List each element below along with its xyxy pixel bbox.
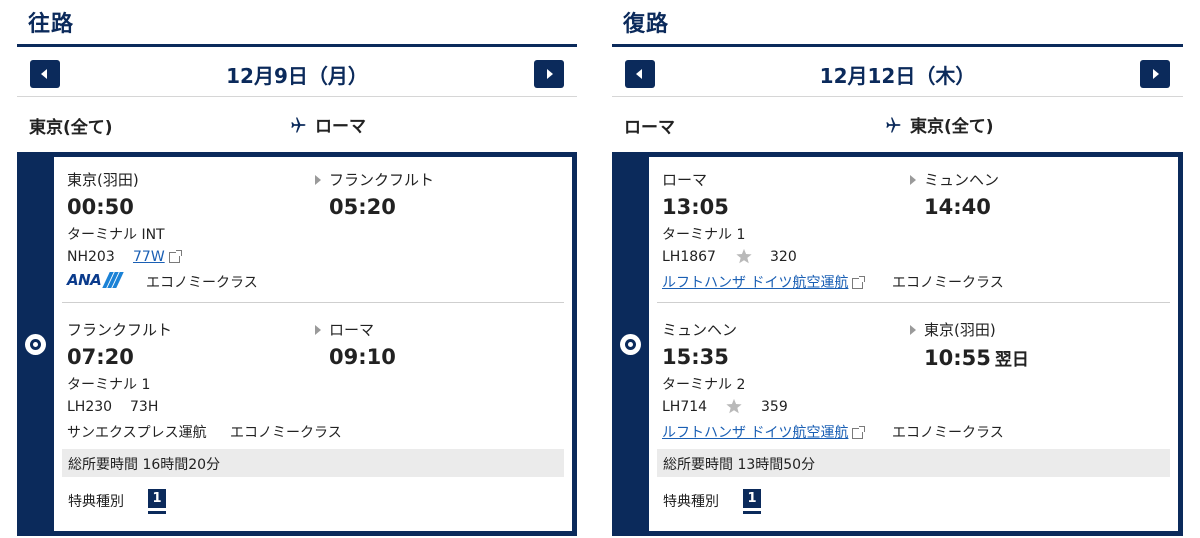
arrival-time: 14:40	[924, 195, 991, 219]
outbound-heading: 往路	[28, 12, 75, 37]
chevron-right-icon	[1153, 69, 1159, 79]
award-type-label: 特典種別	[68, 494, 124, 510]
departure-city: ローマ	[662, 171, 708, 189]
airplane-icon	[886, 117, 901, 132]
external-link-icon	[852, 425, 866, 439]
star-alliance-icon	[736, 248, 752, 264]
operator-link[interactable]: ルフトハンザ ドイツ航空運航	[662, 275, 848, 291]
departure-time: 07:20	[67, 345, 134, 369]
operator: サンエクスプレス運航	[67, 425, 207, 441]
arrival-city: 東京(羽田)	[924, 321, 996, 339]
return-route: ローマ 東京(全て)	[612, 98, 1183, 150]
total-duration: 総所要時間 16時間20分	[62, 449, 564, 477]
operator-link[interactable]: ルフトハンザ ドイツ航空運航	[662, 425, 848, 441]
cabin-class: エコノミークラス	[230, 425, 342, 441]
flight-number: LH714	[662, 399, 708, 415]
total-duration: 総所要時間 13時間50分	[657, 449, 1170, 477]
terminal: ターミナル 2	[662, 377, 746, 393]
cabin-class: エコノミークラス	[892, 275, 1004, 291]
external-link-icon	[852, 275, 866, 289]
cabin-class: エコノミークラス	[146, 275, 258, 291]
arrival-time: 05:20	[329, 195, 396, 219]
route-destination: ローマ	[315, 117, 366, 137]
chevron-right-icon	[547, 69, 553, 79]
next-date-button[interactable]	[1140, 60, 1170, 88]
terminal: ターミナル 1	[662, 227, 746, 243]
aircraft-type: 73H	[130, 399, 159, 415]
route-destination: 東京(全て)	[910, 117, 994, 137]
return-panel: 復路 12月12日（木） ローマ 東京(全て) ローマ ミュンヘン 13:05 …	[612, 0, 1183, 538]
next-date-button[interactable]	[534, 60, 564, 88]
arrival-city: ミュンヘン	[924, 171, 1000, 189]
award-type-badge[interactable]: 1	[743, 489, 761, 511]
next-day-label: 翌日	[994, 350, 1029, 370]
terminal: ターミナル INT	[67, 227, 165, 243]
arrow-right-icon	[910, 325, 916, 335]
arrival-time: 09:10	[329, 345, 396, 369]
heading-rule	[17, 44, 577, 47]
route-origin: ローマ	[624, 118, 675, 138]
aircraft-link[interactable]: 77W	[133, 249, 165, 265]
select-radio-button[interactable]	[25, 334, 46, 355]
award-type-label: 特典種別	[663, 494, 719, 510]
star-alliance-icon	[726, 398, 742, 414]
award-type-badge[interactable]: 1	[148, 489, 166, 511]
return-itinerary-card[interactable]: ローマ ミュンヘン 13:05 14:40 ターミナル 1 LH1867 320…	[612, 152, 1183, 536]
return-heading: 復路	[623, 12, 670, 37]
outbound-route: 東京(全て) ローマ	[17, 98, 577, 150]
terminal: ターミナル 1	[67, 377, 151, 393]
departure-city: フランクフルト	[67, 321, 173, 339]
outbound-panel: 往路 12月9日（月） 東京(全て) ローマ 東京(羽田) フランクフルト 00…	[17, 0, 577, 538]
cabin-class: エコノミークラス	[892, 425, 1004, 441]
heading-rule	[612, 44, 1183, 47]
departure-time: 00:50	[67, 195, 134, 219]
arrival-city: ローマ	[329, 321, 375, 339]
airplane-icon	[291, 117, 306, 132]
arrival-time: 10:55 翌日	[924, 346, 1029, 370]
arrow-right-icon	[315, 325, 321, 335]
aircraft-type: 359	[761, 399, 788, 415]
flight-number: NH203	[67, 249, 115, 265]
return-date: 12月12日（木）	[819, 64, 976, 88]
aircraft-type: 320	[770, 249, 797, 265]
arrival-city: フランクフルト	[329, 171, 435, 189]
route-origin: 東京(全て)	[29, 118, 113, 138]
outbound-itinerary-card[interactable]: 東京(羽田) フランクフルト 00:50 05:20 ターミナル INT NH2…	[17, 152, 577, 536]
segment-divider	[62, 302, 564, 303]
arrow-right-icon	[910, 175, 916, 185]
external-link-icon	[168, 249, 182, 263]
flight-number: LH1867	[662, 249, 716, 265]
departure-city: ミュンヘン	[662, 321, 738, 339]
return-date-bar: 12月12日（木）	[612, 48, 1183, 97]
departure-time: 13:05	[662, 195, 729, 219]
arrow-right-icon	[315, 175, 321, 185]
segment-divider	[657, 302, 1170, 303]
outbound-date: 12月9日（月）	[226, 64, 368, 88]
select-radio-button[interactable]	[620, 334, 641, 355]
departure-time: 15:35	[662, 345, 729, 369]
departure-city: 東京(羽田)	[67, 171, 139, 189]
flight-number: LH230	[67, 399, 113, 415]
ana-logo: ANA	[67, 271, 125, 289]
outbound-date-bar: 12月9日（月）	[17, 48, 577, 97]
